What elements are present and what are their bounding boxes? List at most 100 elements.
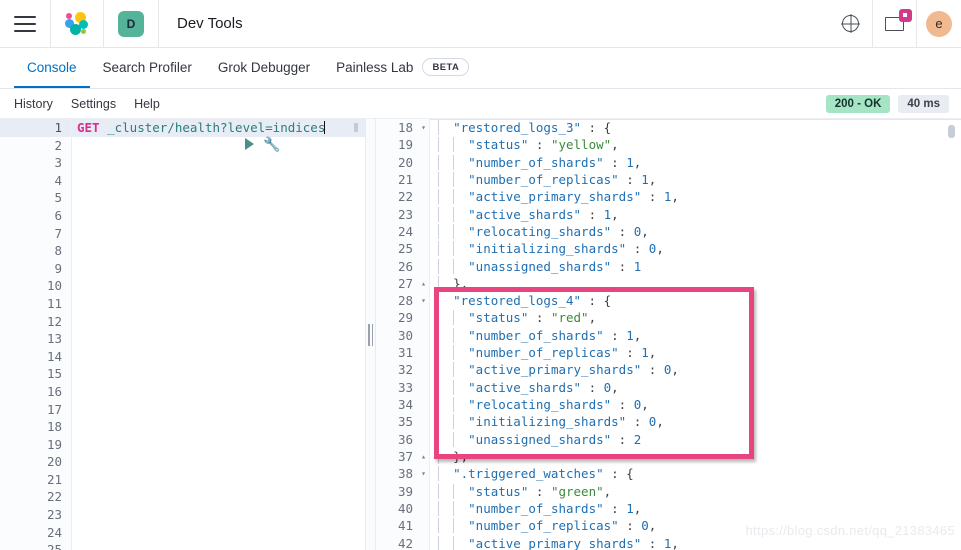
request-line-number: 3 <box>54 155 62 171</box>
elapsed-time-badge: 40 ms <box>898 94 949 113</box>
response-scrollbar-thumb[interactable] <box>948 125 955 138</box>
request-editor-code[interactable]: GET _cluster/health?level=indices <box>72 119 365 550</box>
run-request-play-icon[interactable] <box>245 138 254 150</box>
indent-guide <box>453 241 455 257</box>
indent-guide <box>438 171 439 187</box>
tab-grok-debugger[interactable]: Grok Debugger <box>205 48 323 88</box>
json-token: "restored_logs_3" <box>453 120 582 135</box>
json-token: "unassigned_shards" <box>468 431 612 447</box>
json-token: : <box>641 535 664 550</box>
json-token: : <box>528 137 551 153</box>
indent-guide <box>438 241 439 257</box>
hamburger-menu-button[interactable] <box>0 0 51 47</box>
globe-icon[interactable] <box>842 15 859 32</box>
response-line-text: "status" : "yellow", <box>430 136 619 153</box>
response-output-pane[interactable]: 18 ▾ 19 20 21 22 23 24 25 26 27 ▴ 28 ▾ 29 30 31 32 33 34 35 3… <box>376 119 961 550</box>
indent-guide <box>453 535 455 550</box>
tab-console[interactable]: Console <box>14 48 90 88</box>
request-line-number: 21 <box>46 471 62 487</box>
request-line-number: 25 <box>46 542 62 550</box>
deployment-globe-button[interactable] <box>829 0 873 47</box>
response-code-line: "restored_logs_4" : { <box>430 292 961 309</box>
response-line-number: 29 <box>397 310 413 326</box>
request-line-number: 10 <box>46 278 62 294</box>
hamburger-menu-icon[interactable] <box>14 15 36 32</box>
request-line-number: 7 <box>54 225 62 241</box>
subnav-item-settings[interactable]: Settings <box>71 97 116 111</box>
json-token: : <box>528 483 551 499</box>
fold-collapse-icon[interactable]: ▾ <box>421 465 426 482</box>
indent-guide <box>453 362 455 378</box>
response-line-number: 36 <box>397 431 413 447</box>
indent-guide <box>438 345 439 361</box>
indent-guide <box>438 448 439 464</box>
response-code-line: "number_of_replicas" : 1, <box>430 171 961 188</box>
fold-collapse-icon[interactable]: ▾ <box>421 292 426 309</box>
request-line-number: 17 <box>46 401 62 417</box>
tab-painless-lab[interactable]: Painless Lab BETA <box>323 48 482 88</box>
fold-expand-icon[interactable]: ▴ <box>421 448 426 465</box>
mail-icon-wrapper[interactable] <box>884 8 912 34</box>
space-selector[interactable]: D <box>104 0 159 47</box>
json-token: : <box>618 518 642 534</box>
json-token: : <box>618 345 642 361</box>
fold-collapse-icon[interactable]: ▾ <box>421 119 426 136</box>
request-actions[interactable]: 🔧 <box>245 137 280 151</box>
json-token: 0 <box>641 518 649 534</box>
pane-splitter-handle[interactable] <box>366 119 376 550</box>
response-line-number: 40 <box>397 500 413 516</box>
request-line-number: 12 <box>46 313 62 329</box>
response-code-line: }, <box>430 448 961 465</box>
indent-guide <box>453 137 455 153</box>
indent-guide <box>453 310 455 326</box>
indent-guide <box>453 379 455 395</box>
avatar[interactable]: e <box>926 10 952 37</box>
response-line-number: 32 <box>397 362 413 378</box>
json-token: : <box>611 431 634 447</box>
indent-guide <box>453 223 455 239</box>
user-account-button[interactable]: e <box>917 0 961 47</box>
splitter-grip-icon[interactable] <box>368 323 373 346</box>
json-token: }, <box>453 448 469 464</box>
json-token: "active_primary_shards" <box>468 362 642 378</box>
subnav-item-history[interactable]: History <box>14 97 53 111</box>
request-editor-pane[interactable]: 1 2 3 4 5 6 7 8 9 10 11 12 13 14 15 16 17 18 19 20 21 22 23 24 2… <box>0 119 366 550</box>
notifications-mail-button[interactable] <box>873 0 917 47</box>
top-header-bar: D Dev Tools e <box>0 0 961 48</box>
elastic-home-link[interactable] <box>51 0 104 47</box>
subnav-item-help[interactable]: Help <box>134 97 160 111</box>
request-line-1[interactable]: GET _cluster/health?level=indices <box>72 119 365 137</box>
indent-guide <box>438 223 439 239</box>
space-badge[interactable]: D <box>118 10 144 37</box>
response-code-line: ".triggered_watches" : { <box>430 465 961 482</box>
json-token: : <box>581 379 604 395</box>
tab-search-profiler[interactable]: Search Profiler <box>90 48 205 88</box>
response-line-number: 33 <box>397 379 413 395</box>
response-line-number: 42 <box>397 535 413 550</box>
response-line-text: "active_primary_shards" : 0, <box>430 361 679 378</box>
request-line-number: 1 <box>0 119 71 137</box>
indent-guide <box>438 483 439 499</box>
json-token: "active_shards" <box>468 379 582 395</box>
request-options-wrench-icon[interactable]: 🔧 <box>263 137 280 151</box>
indent-guide <box>453 483 455 499</box>
json-token: : <box>528 310 551 326</box>
main-tab-bar: Console Search Profiler Grok Debugger Pa… <box>0 48 961 89</box>
response-line-text: "relocating_shards" : 0, <box>430 396 649 413</box>
fold-expand-icon[interactable]: ▴ <box>421 275 426 292</box>
json-token: : { <box>581 120 612 135</box>
json-token: 1 <box>626 154 634 170</box>
indent-guide <box>453 154 455 170</box>
request-line-number: 19 <box>46 436 62 452</box>
json-token: : <box>603 154 627 170</box>
response-line-number: 34 <box>397 397 413 412</box>
indent-guide <box>438 120 439 135</box>
page-title: Dev Tools <box>177 15 243 32</box>
response-code-line: "status" : "yellow", <box>430 136 961 153</box>
indent-guide <box>438 431 439 447</box>
http-method: GET <box>77 120 100 135</box>
response-code[interactable]: "restored_logs_3" : {"status" : "yellow"… <box>430 119 961 550</box>
response-line-number: 22 <box>397 189 413 205</box>
json-token: "restored_logs_4" <box>453 293 582 309</box>
json-token: , <box>633 327 642 343</box>
